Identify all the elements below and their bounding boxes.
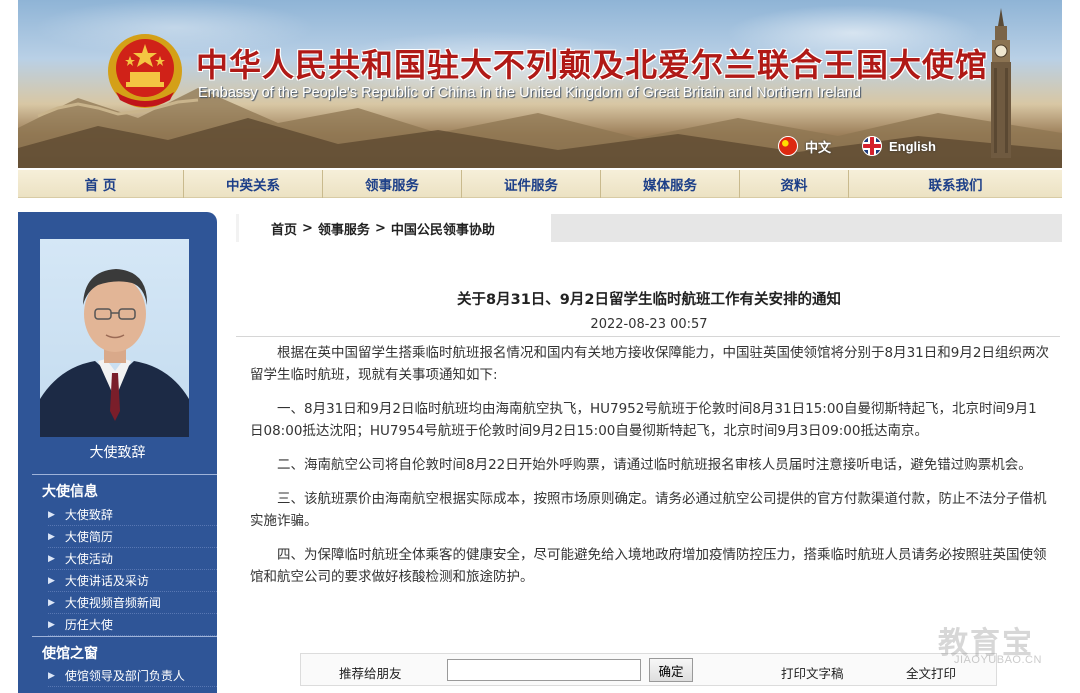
triangle-right-icon: ▶ — [48, 597, 55, 608]
sidebar-item-label: 大使简历 — [64, 530, 113, 544]
sidebar-divider — [32, 636, 217, 637]
article-divider — [236, 336, 1060, 337]
sidebar: 大使致辞 大使信息 ▶ 大使致辞 ▶ 大使简历 ▶ 大使活动 ▶ 大使讲话及采访 ▶ 大使… — [18, 212, 217, 693]
breadcrumb-bar: 首页 > 领事服务 > 中国公民领事协助 — [236, 214, 1062, 242]
breadcrumb-separator: > — [374, 220, 386, 236]
china-flag-icon — [778, 136, 798, 156]
sidebar-item-label: 大使活动 — [64, 552, 113, 566]
breadcrumb-home[interactable]: 首页 — [271, 219, 297, 238]
triangle-right-icon: ▶ — [48, 509, 55, 520]
recommend-email-input[interactable] — [447, 659, 641, 681]
nav-item-media-services[interactable]: 媒体服务 — [601, 170, 740, 198]
print-all-link[interactable]: 全文打印 — [906, 663, 956, 682]
nav-item-resources[interactable]: 资料 — [740, 170, 849, 198]
ambassador-remarks-link[interactable]: 大使致辞 — [18, 442, 217, 462]
triangle-right-icon: ▶ — [48, 531, 55, 542]
embassy-title-cn: 中华人民共和国驻大不列颠及北爱尔兰联合王国大使馆 — [196, 46, 989, 84]
article-date: 2022-08-23 00:57 — [590, 317, 708, 332]
triangle-right-icon: ▶ — [48, 575, 55, 586]
sidebar-item-ambassador-remarks[interactable]: ▶ 大使致辞 — [48, 504, 217, 526]
article-paragraph: 一、8月31日和9月2日临时航班均由海南航空执飞，HU7952号航班于伦敦时间8… — [250, 401, 1037, 439]
big-ben-tower — [991, 8, 1011, 158]
sidebar-item-former-ambassadors[interactable]: ▶ 历任大使 — [48, 614, 217, 636]
language-english-link[interactable]: English — [862, 136, 936, 156]
breadcrumb-consular-services[interactable]: 领事服务 — [318, 219, 370, 238]
sidebar-list-ambassador: ▶ 大使致辞 ▶ 大使简历 ▶ 大使活动 ▶ 大使讲话及采访 ▶ 大使视频音频新闻 ▶ 历任… — [48, 504, 217, 636]
triangle-right-icon: ▶ — [48, 619, 55, 630]
sidebar-item-label: 使馆领导及部门负责人 — [64, 669, 185, 683]
ambassador-portrait — [40, 269, 189, 437]
sidebar-item-ambassador-activities[interactable]: ▶ 大使活动 — [48, 548, 217, 570]
sidebar-item-label: 历任大使 — [64, 618, 113, 632]
sidebar-divider — [32, 474, 217, 475]
nav-item-home[interactable]: 首 页 — [18, 170, 184, 198]
breadcrumb-separator: > — [302, 220, 313, 236]
article-paragraph: 根据在英中国留学生搭乘临时航班报名情况和国内有关地方接收保障能力，中国驻英国使领… — [250, 345, 1049, 383]
article-paragraph: 三、该航班票价由海南航空根据实际成本，按照市场原则确定。请务必通过航空公司提供的… — [250, 491, 1047, 529]
nav-item-china-uk-relations[interactable]: 中英关系 — [184, 170, 323, 198]
article-title: 关于8月31日、9月2日留学生临时航班工作有关安排的通知 — [457, 292, 841, 308]
sidebar-heading-embassy-window: 使馆之窗 — [42, 646, 98, 662]
article-paragraph: 二、海南航空公司将自伦敦时间8月22日开始外呼购票，请通过临时航班报名审核人员届… — [277, 457, 1032, 473]
triangle-right-icon: ▶ — [48, 553, 55, 564]
uk-flag-icon — [862, 136, 882, 156]
language-chinese-link[interactable]: 中文 — [778, 136, 831, 156]
sidebar-item-speeches-interviews[interactable]: ▶ 大使讲话及采访 — [48, 570, 217, 592]
language-english-label: English — [889, 138, 936, 154]
embassy-title-en: Embassy of the People's Republic of Chin… — [198, 85, 861, 101]
sidebar-item-label: 大使致辞 — [64, 508, 113, 522]
recommend-label: 推荐给朋友 — [339, 666, 402, 681]
confirm-button[interactable]: 确定 — [649, 658, 693, 682]
breadcrumb-consular-assistance[interactable]: 中国公民领事协助 — [391, 219, 495, 238]
ambassador-photo[interactable] — [40, 239, 189, 437]
sidebar-item-video-audio-news[interactable]: ▶ 大使视频音频新闻 — [48, 592, 217, 614]
header-banner: 中华人民共和国驻大不列颠及北爱尔兰联合王国大使馆 Embassy of the … — [18, 0, 1062, 168]
sidebar-item-label: 大使讲话及采访 — [64, 574, 149, 588]
print-text-link[interactable]: 打印文字稿 — [781, 663, 844, 682]
article-paragraph: 四、为保障临时航班全体乘客的健康安全，尽可能避免给入境地政府增加疫情防控压力，搭… — [250, 547, 1047, 585]
article-toolbar: 推荐给朋友 确定 打印文字稿 全文打印 — [300, 653, 997, 686]
sidebar-item-ambassador-bio[interactable]: ▶ 大使简历 — [48, 526, 217, 548]
triangle-right-icon: ▶ — [48, 670, 55, 681]
sidebar-list-embassy: ▶ 使馆领导及部门负责人 — [48, 665, 217, 687]
language-chinese-label: 中文 — [805, 139, 832, 155]
sidebar-item-label: 大使视频音频新闻 — [64, 596, 161, 610]
breadcrumb: 首页 > 领事服务 > 中国公民领事协助 — [236, 214, 551, 242]
national-emblem-icon — [108, 34, 182, 108]
nav-item-consular-services[interactable]: 领事服务 — [323, 170, 462, 198]
sidebar-item-embassy-leaders[interactable]: ▶ 使馆领导及部门负责人 — [48, 665, 217, 687]
main-nav: 首 页 中英关系 领事服务 证件服务 媒体服务 资料 联系我们 — [18, 170, 1062, 198]
nav-item-contact-us[interactable]: 联系我们 — [849, 170, 1062, 198]
sidebar-heading-ambassador-info: 大使信息 — [42, 484, 98, 500]
article-body: 根据在英中国留学生搭乘临时航班报名情况和国内有关地方接收保障能力，中国驻英国使领… — [250, 342, 1050, 600]
nav-item-document-services[interactable]: 证件服务 — [462, 170, 601, 198]
